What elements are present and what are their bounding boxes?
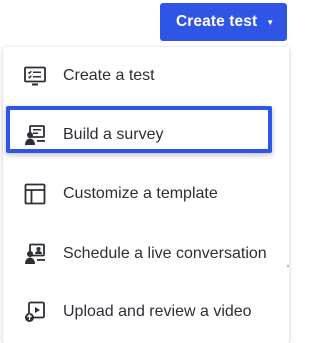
- scrollbar-marker: [287, 265, 289, 267]
- menu-item-label: Create a test: [63, 67, 155, 84]
- menu-item-upload-video[interactable]: Upload and review a video: [3, 283, 289, 341]
- live-conversation-icon: [23, 242, 47, 266]
- menu-item-schedule-live-conversation[interactable]: Schedule a live conversation: [3, 225, 289, 283]
- create-test-button-label: Create test: [176, 13, 258, 30]
- template-layout-icon: [23, 182, 47, 206]
- menu-item-label: Customize a template: [63, 185, 218, 202]
- menu-item-label: Build a survey: [63, 126, 164, 143]
- menu-item-label: Schedule a live conversation: [63, 245, 267, 262]
- menu-item-build-survey[interactable]: Build a survey: [3, 106, 289, 164]
- menu-item-create-test[interactable]: Create a test: [3, 47, 289, 105]
- caret-down-icon: ▼: [266, 17, 275, 27]
- menu-item-label: Upload and review a video: [63, 303, 252, 320]
- video-upload-icon: [23, 300, 47, 324]
- create-menu: Create a test Build a survey Customize a…: [3, 47, 289, 343]
- page: Create test ▼ Create a test Build a surv…: [0, 0, 289, 343]
- test-screen-icon: [23, 64, 47, 88]
- create-test-button[interactable]: Create test ▼: [160, 3, 287, 41]
- survey-presenter-icon: [23, 123, 47, 147]
- menu-item-customize-template[interactable]: Customize a template: [3, 165, 289, 223]
